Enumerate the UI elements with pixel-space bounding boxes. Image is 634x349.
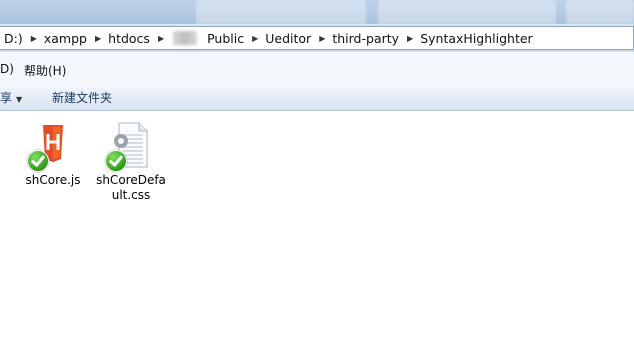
breadcrumb-redacted[interactable] <box>173 31 198 45</box>
breadcrumb-arrow-icon[interactable]: ▶ <box>93 34 104 43</box>
breadcrumb-drive[interactable]: D:) <box>0 31 29 46</box>
breadcrumb-htdocs[interactable]: htdocs <box>104 31 156 46</box>
breadcrumb-xampp[interactable]: xampp <box>40 31 93 46</box>
menu-view[interactable]: D) <box>0 62 14 76</box>
background-tab[interactable] <box>566 0 634 24</box>
sync-check-icon <box>27 150 49 172</box>
share-button[interactable]: 享 ▼ <box>0 89 22 106</box>
breadcrumb-arrow-icon[interactable]: ▶ <box>405 34 416 43</box>
menu-bar: D) 帮助(H) <box>0 52 634 85</box>
address-bar-row: D:) ▶ xampp ▶ htdocs ▶ Public ▶ Ueditor … <box>0 24 634 52</box>
file-list: shCore.js shCoreDefault.css <box>0 111 634 349</box>
breadcrumb-arrow-icon[interactable]: ▶ <box>156 34 167 43</box>
background-tab[interactable] <box>196 0 366 24</box>
breadcrumb-ueditor[interactable]: Ueditor <box>261 31 317 46</box>
breadcrumb-arrow-icon[interactable]: ▶ <box>29 34 40 43</box>
file-name: shCoreDefault.css <box>96 173 166 202</box>
menu-help[interactable]: 帮助(H) <box>24 62 66 79</box>
breadcrumb-arrow-icon[interactable]: ▶ <box>250 34 261 43</box>
breadcrumb-syntaxhighlighter[interactable]: SyntaxHighlighter <box>416 31 538 46</box>
html-file-icon <box>27 121 77 172</box>
css-file-icon <box>105 121 155 172</box>
window-tab-strip <box>0 0 634 24</box>
chevron-down-icon: ▼ <box>16 95 23 104</box>
new-folder-button[interactable]: 新建文件夹 <box>52 89 112 106</box>
breadcrumb-third-party[interactable]: third-party <box>328 31 405 46</box>
address-bar[interactable]: D:) ▶ xampp ▶ htdocs ▶ Public ▶ Ueditor … <box>0 26 634 50</box>
breadcrumb-arrow-icon[interactable]: ▶ <box>317 34 328 43</box>
sync-check-icon <box>105 150 127 172</box>
background-tab[interactable] <box>378 0 556 24</box>
file-item-shcoredefault-css[interactable]: shCoreDefault.css <box>96 121 166 203</box>
file-name: shCore.js <box>25 173 81 187</box>
breadcrumb-public[interactable]: Public <box>203 31 250 46</box>
share-label: 享 <box>0 91 13 105</box>
file-item-shcore-js[interactable]: shCore.js <box>18 121 88 188</box>
command-bar: 享 ▼ 新建文件夹 <box>0 84 634 111</box>
